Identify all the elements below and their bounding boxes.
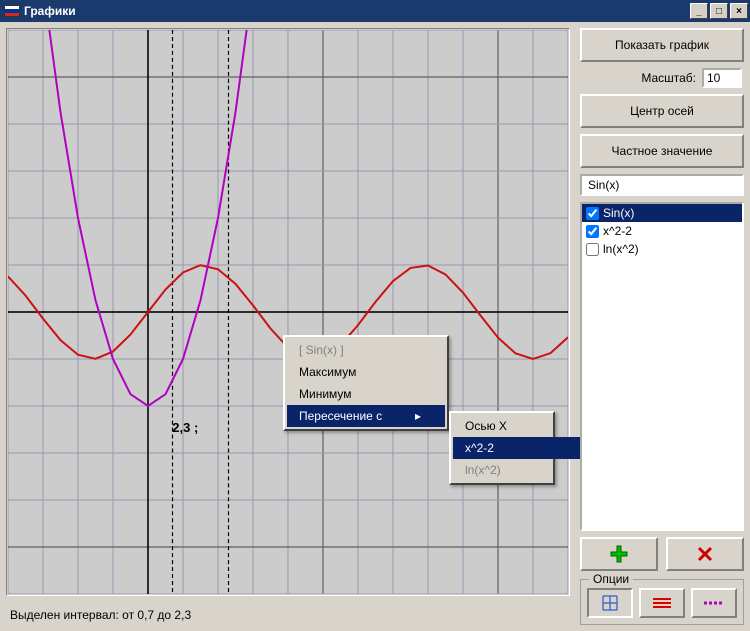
menu-item: ln(x^2) <box>453 459 593 481</box>
grid-icon <box>601 594 619 612</box>
option-lines-button[interactable] <box>639 588 685 618</box>
flag-icon <box>4 5 20 17</box>
titlebar: Графики _ □ × <box>0 0 750 22</box>
list-item-checkbox[interactable] <box>586 243 599 256</box>
x-icon <box>697 546 713 562</box>
option-grid-button[interactable] <box>587 588 633 618</box>
delete-function-button[interactable] <box>666 537 744 571</box>
scale-row: Масштаб: <box>580 68 744 88</box>
options-legend: Опции <box>589 572 633 586</box>
plus-icon <box>610 545 628 563</box>
center-axes-button[interactable]: Центр осей <box>580 94 744 128</box>
function-input-wrap <box>580 174 744 196</box>
close-button[interactable]: × <box>730 3 748 19</box>
private-value-button[interactable]: Частное значение <box>580 134 744 168</box>
cursor-coord-label: 2,3 ; <box>172 420 198 435</box>
list-item-checkbox[interactable] <box>586 225 599 238</box>
window-title: Графики <box>24 4 690 18</box>
plot-canvas[interactable] <box>8 30 568 594</box>
scale-input[interactable] <box>702 68 742 88</box>
status-text: Выделен интервал: от 0,7 до 2,3 <box>10 608 191 622</box>
menu-item[interactable]: x^2-2 <box>453 437 593 459</box>
show-graph-button[interactable]: Показать график <box>580 28 744 62</box>
menu-item: [ Sin(x) ] <box>287 339 445 361</box>
side-panel: Показать график Масштаб: Центр осей Част… <box>580 28 744 625</box>
menu-item[interactable]: Минимум <box>287 383 445 405</box>
client-area: 2,3 ; [ Sin(x) ]МаксимумМинимумПересечен… <box>0 22 750 631</box>
menu-item[interactable]: Осью X <box>453 415 593 437</box>
list-item[interactable]: x^2-2 <box>582 222 742 240</box>
list-item[interactable]: ln(x^2) <box>582 240 742 258</box>
lines-icon <box>652 596 672 610</box>
menu-item[interactable]: Максимум <box>287 361 445 383</box>
list-item-label: ln(x^2) <box>603 242 639 256</box>
scale-label: Масштаб: <box>641 71 696 85</box>
list-item-label: Sin(x) <box>603 206 634 220</box>
list-item-label: x^2-2 <box>603 224 632 238</box>
dash-icon <box>703 598 725 608</box>
minimize-button[interactable]: _ <box>690 3 708 19</box>
context-menu[interactable]: [ Sin(x) ]МаксимумМинимумПересечение с▸ <box>283 335 449 431</box>
plot-panel[interactable]: 2,3 ; [ Sin(x) ]МаксимумМинимумПересечен… <box>6 28 570 596</box>
list-item[interactable]: Sin(x) <box>582 204 742 222</box>
maximize-button[interactable]: □ <box>710 3 728 19</box>
statusbar: Выделен интервал: от 0,7 до 2,3 <box>6 605 570 625</box>
function-input[interactable] <box>586 177 738 193</box>
menu-item[interactable]: Пересечение с▸ <box>287 405 445 427</box>
options-group: Опции <box>580 579 744 625</box>
option-dash-button[interactable] <box>691 588 737 618</box>
function-list[interactable]: Sin(x) x^2-2 ln(x^2) <box>580 202 744 531</box>
context-submenu[interactable]: Осью Xx^2-2ln(x^2) <box>449 411 555 485</box>
list-item-checkbox[interactable] <box>586 207 599 220</box>
add-function-button[interactable] <box>580 537 658 571</box>
